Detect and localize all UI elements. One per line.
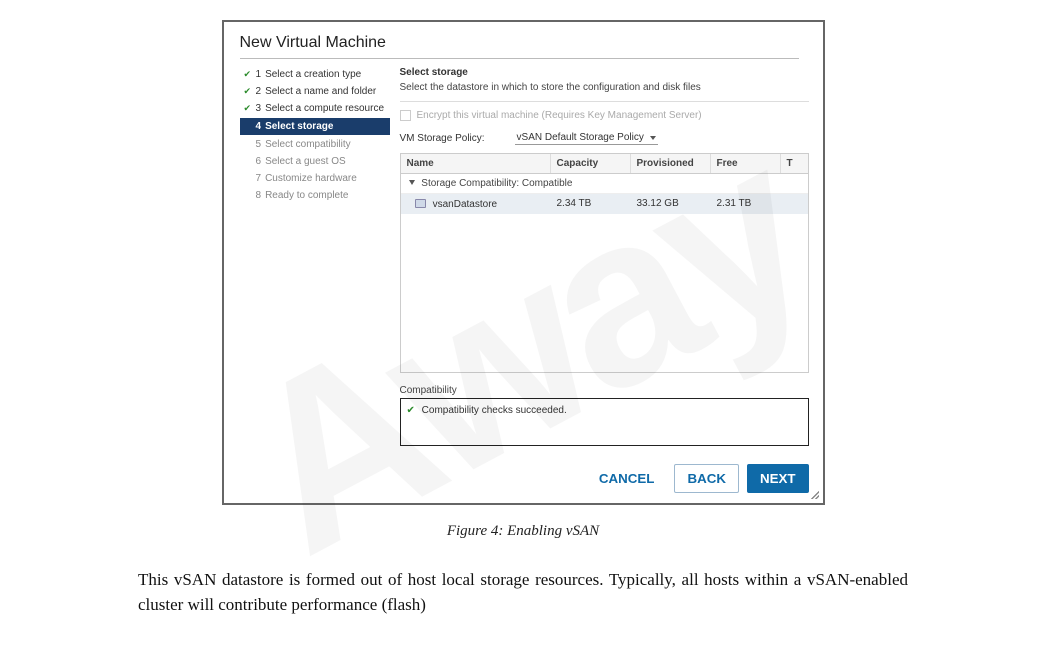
datastore-table: Name Capacity Provisioned Free T Storage…	[400, 153, 809, 373]
storage-policy-dropdown[interactable]: vSAN Default Storage Policy	[515, 131, 658, 145]
wizard-step-8: 8 Ready to complete	[240, 188, 390, 203]
dialog-footer: CANCEL BACK NEXT	[400, 464, 809, 493]
compatibility-message: Compatibility checks succeeded.	[422, 405, 567, 416]
wizard-step-4[interactable]: 4 Select storage	[240, 118, 390, 135]
encrypt-label: Encrypt this virtual machine (Requires K…	[417, 110, 702, 121]
check-icon: ✔	[244, 86, 252, 97]
dialog-title: New Virtual Machine	[240, 32, 799, 59]
wizard-step-2[interactable]: ✔ 2 Select a name and folder	[240, 84, 390, 99]
encrypt-checkbox	[400, 110, 411, 121]
body-paragraph: This vSAN datastore is formed out of hos…	[138, 568, 908, 617]
caret-down-icon	[409, 180, 415, 185]
datastore-provisioned: 33.12 GB	[631, 194, 711, 214]
encrypt-row: Encrypt this virtual machine (Requires K…	[400, 110, 809, 121]
new-vm-dialog: New Virtual Machine ✔ 1 Select a creatio…	[222, 20, 825, 505]
wizard-steps-sidebar: ✔ 1 Select a creation type ✔ 2 Select a …	[240, 67, 390, 493]
check-icon: ✔	[244, 69, 252, 80]
wizard-step-3[interactable]: ✔ 3 Select a compute resource	[240, 101, 390, 116]
figure-caption: Figure 4: Enabling vSAN	[0, 523, 1046, 540]
table-row[interactable]: vsanDatastore 2.34 TB 33.12 GB 2.31 TB	[401, 194, 808, 214]
compatibility-box: ✔ Compatibility checks succeeded.	[400, 398, 809, 446]
col-tail[interactable]: T	[781, 154, 808, 173]
wizard-content: Select storage Select the datastore in w…	[400, 67, 809, 493]
wizard-step-6: 6 Select a guest OS	[240, 154, 390, 169]
table-header: Name Capacity Provisioned Free T	[401, 154, 808, 174]
datastore-icon	[415, 199, 426, 208]
table-group[interactable]: Storage Compatibility: Compatible	[401, 174, 808, 194]
back-button[interactable]: BACK	[674, 464, 739, 493]
content-subtitle: Select the datastore in which to store t…	[400, 82, 809, 102]
datastore-free: 2.31 TB	[711, 194, 781, 214]
col-name[interactable]: Name	[401, 154, 551, 173]
datastore-capacity: 2.34 TB	[551, 194, 631, 214]
wizard-step-7: 7 Customize hardware	[240, 171, 390, 186]
col-provisioned[interactable]: Provisioned	[631, 154, 711, 173]
check-icon: ✔	[244, 103, 252, 114]
col-capacity[interactable]: Capacity	[551, 154, 631, 173]
policy-label: VM Storage Policy:	[400, 133, 485, 144]
next-button[interactable]: NEXT	[747, 464, 809, 493]
check-icon: ✔	[407, 405, 415, 416]
datastore-name: vsanDatastore	[433, 199, 497, 210]
cancel-button[interactable]: CANCEL	[587, 464, 667, 493]
resize-grip-icon[interactable]	[809, 489, 819, 499]
col-free[interactable]: Free	[711, 154, 781, 173]
wizard-step-1[interactable]: ✔ 1 Select a creation type	[240, 67, 390, 82]
wizard-step-5: 5 Select compatibility	[240, 137, 390, 152]
compatibility-label: Compatibility	[400, 385, 809, 396]
content-title: Select storage	[400, 67, 809, 78]
